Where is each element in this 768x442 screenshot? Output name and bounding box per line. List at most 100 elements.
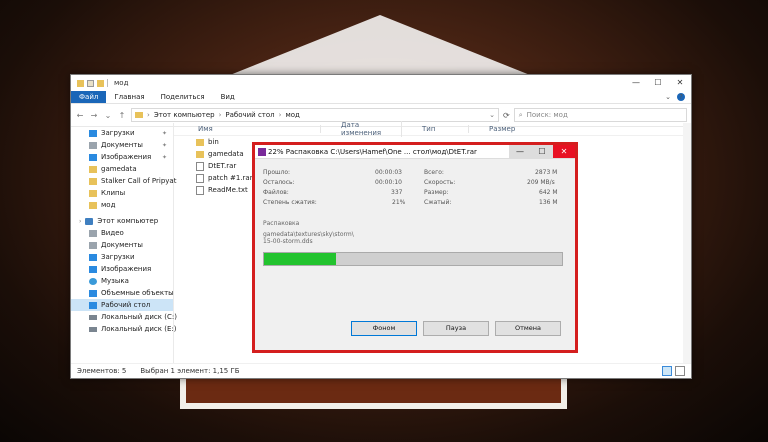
window-title: мод — [114, 79, 129, 87]
nav-item-video[interactable]: Видео — [71, 227, 173, 239]
nav-item-mod[interactable]: мод — [71, 199, 173, 211]
file-name: bin — [208, 138, 219, 146]
stat-label: Прошло: — [263, 169, 291, 176]
computer-icon — [85, 217, 94, 225]
archive-icon — [196, 173, 204, 183]
toolbar-divider — [107, 79, 108, 87]
winrar-window-controls: — ☐ ✕ — [509, 145, 575, 158]
refresh-icon[interactable]: ⟳ — [503, 111, 510, 120]
nav-item-label: Локальный диск (E:) — [101, 325, 177, 333]
large-icons-view-icon[interactable] — [675, 366, 685, 376]
details-view-icon[interactable] — [662, 366, 672, 376]
nav-item-this-pc[interactable]: › Этот компьютер — [71, 215, 173, 227]
3d-objects-icon — [89, 289, 97, 297]
column-header-name[interactable]: Имя — [178, 125, 321, 133]
back-icon[interactable]: ← — [75, 111, 85, 120]
column-headers: Имя Дата изменения Тип Размер — [174, 121, 691, 137]
nav-item-pc-documents[interactable]: Документы — [71, 239, 173, 251]
address-bar[interactable]: › Этот компьютер › Рабочий стол › мод ⌄ — [131, 108, 499, 122]
tab-view[interactable]: Вид — [213, 91, 243, 103]
nav-item-label: Изображения — [101, 265, 152, 273]
column-header-date[interactable]: Дата изменения — [321, 121, 402, 137]
nav-item-label: Видео — [101, 229, 124, 237]
nav-item-disk-e[interactable]: Локальный диск (E:) — [71, 323, 177, 335]
forward-icon[interactable]: → — [89, 111, 99, 120]
column-header-type[interactable]: Тип — [402, 125, 469, 133]
cancel-button[interactable]: Отмена — [495, 321, 561, 336]
background-triangle — [230, 15, 530, 75]
pause-button[interactable]: Пауза — [423, 321, 489, 336]
breadcrumb-desktop[interactable]: Рабочий стол — [225, 111, 274, 119]
close-button[interactable]: ✕ — [669, 75, 691, 91]
current-file-path: gamedata\textures\sky\storm\ — [263, 231, 354, 238]
tab-home[interactable]: Главная — [106, 91, 152, 103]
chevron-down-icon[interactable]: ⌄ — [489, 111, 495, 119]
folder-icon — [196, 150, 204, 158]
nav-item-clips[interactable]: Клипы — [71, 187, 173, 199]
folder-icon — [196, 138, 204, 146]
nav-item-disk-c[interactable]: Локальный диск (C:) — [71, 311, 177, 323]
nav-item-label: Изображения — [101, 153, 152, 161]
maximize-button[interactable]: ☐ — [647, 75, 669, 91]
folder-icon — [89, 189, 97, 197]
properties-icon[interactable] — [87, 79, 94, 87]
nav-item-3d-objects[interactable]: Объемные объекты — [71, 287, 174, 299]
nav-item-label: Объемные объекты — [101, 289, 174, 297]
folder-icon[interactable] — [77, 79, 84, 87]
nav-item-gamedata[interactable]: gamedata — [71, 163, 173, 175]
expand-ribbon-icon[interactable]: ⌄ — [665, 93, 671, 101]
file-name: gamedata — [208, 150, 244, 158]
folder-icon — [135, 112, 143, 118]
nav-item-music[interactable]: Музыка — [71, 275, 173, 287]
ribbon-right: ⌄ ? — [665, 91, 691, 103]
stat-value: 642 M — [539, 189, 558, 196]
new-folder-icon[interactable] — [97, 79, 104, 87]
tab-file[interactable]: Файл — [71, 91, 107, 103]
nav-item-desktop[interactable]: Рабочий стол — [71, 299, 173, 311]
chevron-down-icon[interactable]: › — [79, 218, 81, 225]
progress-fill — [264, 253, 336, 265]
tab-share[interactable]: Поделиться — [153, 91, 213, 103]
nav-item-stalker[interactable]: Stalker Call of Pripyat — [71, 175, 176, 187]
help-icon[interactable]: ? — [677, 93, 685, 101]
search-input[interactable]: ⌕ Поиск: мод — [513, 108, 687, 122]
quick-access-toolbar — [71, 79, 108, 87]
minimize-button[interactable]: — — [625, 75, 647, 91]
nav-item-label: Локальный диск (C:) — [101, 313, 177, 321]
pin-icon: ✦ — [161, 153, 167, 161]
breadcrumb-mod[interactable]: мод — [285, 111, 299, 119]
stat-label: Всего: — [424, 169, 444, 176]
folder-icon — [89, 201, 97, 209]
nav-item-label: Документы — [101, 141, 143, 149]
stat-label: Файлов: — [263, 189, 289, 196]
maximize-button[interactable]: ☐ — [531, 145, 553, 158]
breadcrumb-chevron[interactable]: › — [147, 111, 150, 119]
background-button[interactable]: Фоном — [351, 321, 417, 336]
status-bar: Элементов: 5 Выбран 1 элемент: 1,15 ГБ — [71, 363, 691, 378]
nav-item-documents[interactable]: Документы ✦ — [71, 139, 173, 151]
stat-label: Скорость: — [424, 179, 456, 186]
close-button[interactable]: ✕ — [553, 145, 575, 158]
nav-item-downloads[interactable]: Загрузки ✦ — [71, 127, 173, 139]
nav-item-pc-downloads[interactable]: Загрузки — [71, 251, 173, 263]
vertical-scrollbar[interactable] — [683, 123, 691, 364]
up-icon[interactable]: ↑ — [117, 111, 127, 120]
view-toggles — [662, 366, 691, 376]
stat-value: 136 M — [539, 199, 558, 206]
pin-icon: ✦ — [161, 141, 167, 149]
winrar-titlebar: 22% Распаковка C:\Users\Hamef\One ... ст… — [255, 145, 575, 159]
winrar-icon — [258, 147, 266, 156]
documents-icon — [89, 141, 97, 149]
breadcrumb-chevron[interactable]: › — [279, 111, 282, 119]
nav-item-images[interactable]: Изображения ✦ — [71, 151, 173, 163]
stat-value: 2873 M — [535, 169, 558, 176]
breadcrumb-chevron[interactable]: › — [219, 111, 222, 119]
archive-icon — [196, 161, 204, 171]
column-header-size[interactable]: Размер — [469, 125, 529, 133]
breadcrumb-this-pc[interactable]: Этот компьютер — [154, 111, 215, 119]
nav-item-label: Документы — [101, 241, 143, 249]
recent-locations-icon[interactable]: ⌄ — [103, 111, 113, 120]
minimize-button[interactable]: — — [509, 145, 531, 158]
folder-icon — [89, 165, 97, 173]
nav-item-pc-images[interactable]: Изображения — [71, 263, 173, 275]
